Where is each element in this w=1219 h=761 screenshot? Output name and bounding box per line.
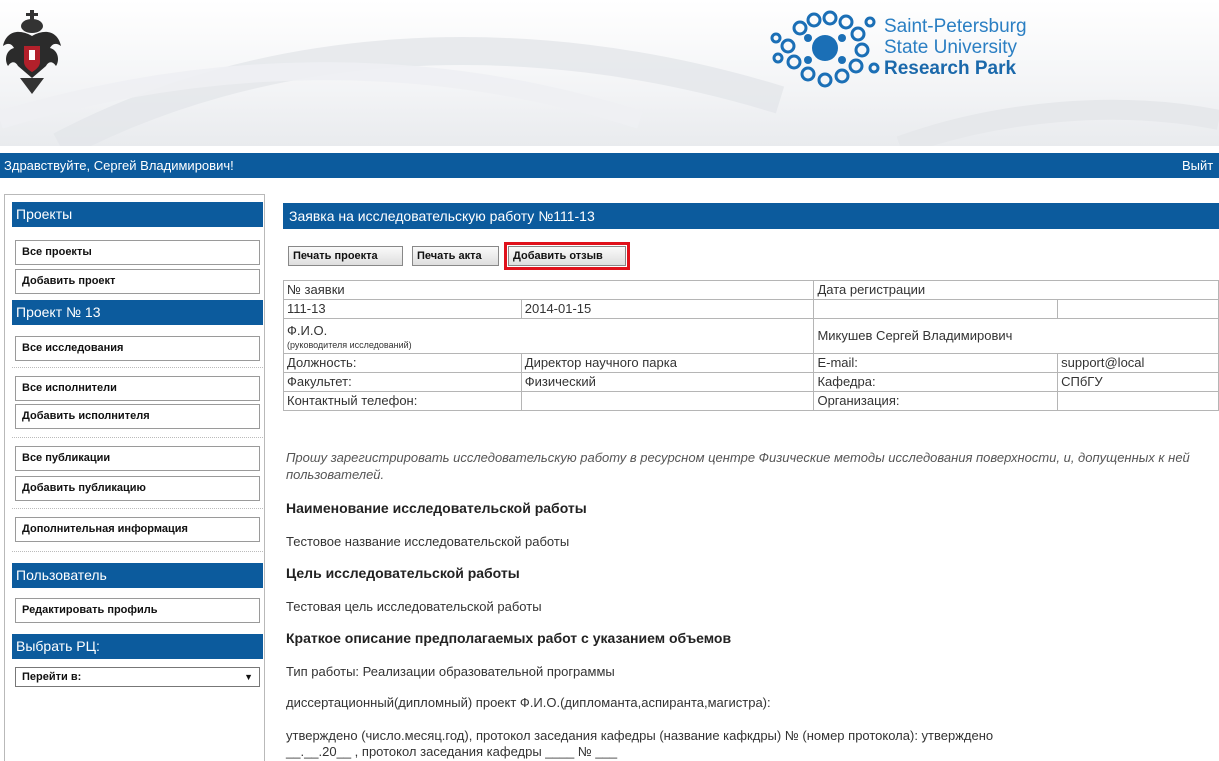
work-type-text: Тип работы: Реализации образовательной п… [286,664,615,679]
table-row: № заявки Дата регистрации [282,280,1219,300]
request-no-value: 111-13 [283,299,522,319]
organization-value [1057,391,1219,411]
chevron-down-icon: ▼ [244,672,253,682]
all-publications-button[interactable]: Все публикации [15,446,260,471]
reg-date-value: 2014-01-15 [520,299,815,319]
sidebar-header-projects: Проекты [12,202,263,227]
additional-info-button[interactable]: Дополнительная информация [15,517,260,542]
park-name-line1: Saint-Petersburg [884,16,1027,37]
page-title: Заявка на исследовательскую работу №111-… [283,203,1219,229]
add-review-button[interactable]: Добавить отзыв [508,246,626,266]
department-label: Кафедра: [813,372,1059,392]
phone-value [520,391,815,411]
sidebar-header-user: Пользователь [12,563,263,588]
request-no-label: № заявки [282,280,815,300]
goto-select[interactable]: Перейти в: ▼ [15,667,260,687]
table-row: 111-13 2014-01-15 [283,299,1219,319]
thesis-text: диссертационный(дипломный) проект Ф.И.О.… [286,695,771,710]
greeting-bar: Здравствуйте, Сергей Владимирович! Выйт [0,153,1219,178]
edit-profile-button[interactable]: Редактировать профиль [15,598,260,623]
greeting-text: Здравствуйте, Сергей Владимирович! [4,158,234,173]
all-projects-button[interactable]: Все проекты [15,240,260,265]
department-value: СПбГУ [1057,372,1219,392]
sidebar-divider [12,367,263,368]
goto-select-value: Перейти в: [22,671,82,683]
faculty-label: Факультет: [283,372,522,392]
main-content: Заявка на исследовательскую работу №111-… [282,203,1219,760]
request-info-table: № заявки Дата регистрации 111-13 2014-01… [282,280,1219,411]
approved-line1: утверждено (число.месяц.год), протокол з… [286,728,994,743]
print-act-button[interactable]: Печать акта [412,246,499,266]
position-value: Директор научного парка [520,353,815,373]
reg-date-label: Дата регистрации [813,280,1219,300]
goal-heading: Цель исследовательской работы [286,565,520,581]
sidebar-divider [12,508,263,509]
empty-cell [813,299,1059,319]
empty-cell [1057,299,1219,319]
park-name-line3: Research Park [884,58,1017,79]
phone-label: Контактный телефон: [283,391,522,411]
goal-value: Тестовая цель исследовательской работы [286,599,542,614]
all-executors-button[interactable]: Все исполнители [15,376,260,401]
name-value: Тестовое название исследовательской рабо… [286,534,570,549]
print-project-button[interactable]: Печать проекта [288,246,403,266]
fio-label: Ф.И.О. [287,323,328,338]
fio-sublabel: (руководителя исследований) [287,340,412,350]
sidebar-divider [12,437,263,438]
add-executor-button[interactable]: Добавить исполнителя [15,404,260,429]
sidebar: Проекты Все проекты Добавить проект Прое… [4,194,265,761]
fio-value: Микушев Сергей Владимирович [813,318,1219,354]
approved-line2: __.__.20__ , протокол заседания кафедры … [286,744,618,759]
all-research-button[interactable]: Все исследования [15,336,260,361]
add-publication-button[interactable]: Добавить публикацию [15,476,260,501]
description-heading: Краткое описание предполагаемых работ с … [286,630,732,646]
spbu-crest-icon [3,10,61,94]
logout-link[interactable]: Выйт [1182,153,1213,178]
table-row: Должность: Директор научного парка E-mai… [283,353,1219,373]
email-label: E-mail: [813,353,1059,373]
table-row: Ф.И.О. (руководителя исследований) Микуш… [282,318,1219,354]
organization-label: Организация: [813,391,1059,411]
email-value: support@local [1057,353,1219,373]
fio-label-cell: Ф.И.О. (руководителя исследований) [282,318,815,354]
name-heading: Наименование исследовательской работы [286,500,587,516]
position-label: Должность: [283,353,522,373]
sidebar-divider [12,551,263,552]
sidebar-header-project: Проект № 13 [12,300,263,325]
add-project-button[interactable]: Добавить проект [15,269,260,294]
sidebar-header-rc: Выбрать РЦ: [12,634,263,659]
site-header: Saint-Petersburg State University Resear… [0,0,1219,146]
table-row: Контактный телефон: Организация: [283,391,1219,411]
intro-text: Прошу зарегистрировать исследовательскую… [286,450,1190,482]
header-background-swoosh [0,37,1219,146]
park-name-line2: State University [884,37,1018,58]
faculty-value: Физический [520,372,815,392]
table-row: Факультет: Физический Кафедра: СПбГУ [283,372,1219,392]
research-park-logo-icon [770,10,880,88]
